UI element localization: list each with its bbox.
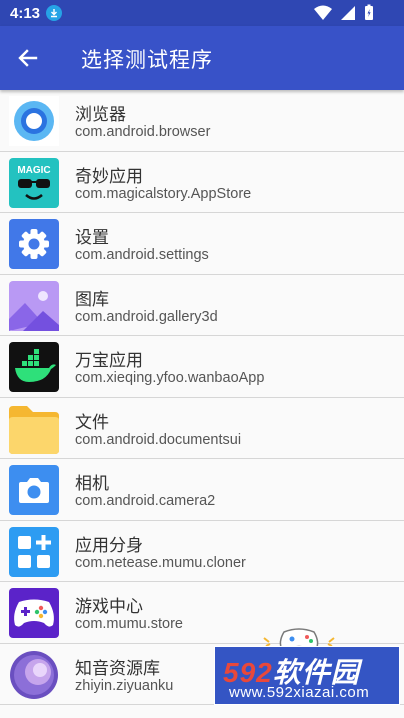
app-name: 浏览器 bbox=[75, 105, 126, 124]
list-item[interactable]: 相机 com.android.camera2 bbox=[0, 459, 404, 521]
app-package: com.xieqing.yfoo.wanbaoApp bbox=[75, 370, 265, 386]
list-item[interactable]: 万宝应用 com.xieqing.yfoo.wanbaoApp bbox=[0, 336, 404, 398]
list-item[interactable]: 文件 com.android.documentsui bbox=[0, 398, 404, 459]
list-item[interactable]: 浏览器 com.android.browser bbox=[0, 90, 404, 152]
app-package: com.magicalstory.AppStore bbox=[75, 185, 252, 202]
wifi-icon bbox=[314, 5, 332, 20]
folder-icon bbox=[9, 405, 59, 454]
app-cloner-icon bbox=[9, 526, 59, 577]
status-bar: 4:13 bbox=[0, 0, 404, 26]
page-title: 选择测试程序 bbox=[81, 49, 213, 72]
app-name: 设置 bbox=[75, 228, 109, 247]
gamepad-icon bbox=[9, 588, 59, 638]
app-package: com.android.settings bbox=[75, 247, 209, 263]
app-package: zhiyin.ziyuanku bbox=[75, 677, 174, 694]
download-notification-icon bbox=[46, 5, 63, 21]
app-name: 万宝应用 bbox=[75, 351, 143, 370]
app-name: 游戏中心 bbox=[75, 597, 143, 616]
app-name: 应用分身 bbox=[75, 535, 143, 555]
camera-icon bbox=[9, 465, 59, 515]
app-package: com.android.gallery3d bbox=[75, 308, 218, 325]
list-item[interactable]: 应用分身 com.netease.mumu.cloner bbox=[0, 521, 404, 582]
app-name: 奇妙应用 bbox=[75, 166, 143, 186]
gallery-icon bbox=[9, 280, 59, 331]
back-button[interactable] bbox=[14, 44, 42, 72]
app-bar: 选择测试程序 bbox=[0, 26, 404, 90]
cell-signal-icon bbox=[341, 5, 355, 20]
app-name: 文件 bbox=[75, 412, 109, 432]
app-package: com.android.documentsui bbox=[75, 431, 242, 448]
battery-icon bbox=[365, 4, 373, 20]
app-package: com.android.camera2 bbox=[75, 493, 216, 509]
list-item[interactable]: 设置 com.android.settings bbox=[0, 213, 404, 275]
browser-icon bbox=[9, 96, 59, 146]
app-package: com.android.browser bbox=[75, 124, 211, 140]
app-name: 知音资源库 bbox=[75, 658, 160, 678]
magic-app-icon: MAGIC bbox=[9, 157, 59, 208]
watermark: 592软件园 www.592xiazai.com bbox=[214, 646, 400, 705]
app-package: com.mumu.store bbox=[75, 616, 183, 632]
status-time: 4:13 bbox=[10, 4, 41, 22]
app-name: 相机 bbox=[75, 474, 109, 493]
list-item[interactable]: MAGIC 奇妙应用 com.magicalstory.AppStore bbox=[0, 152, 404, 213]
list-item[interactable]: 图库 com.android.gallery3d bbox=[0, 275, 404, 336]
app-name: 图库 bbox=[75, 289, 109, 309]
watermark-url: www.592xiazai.com bbox=[229, 684, 370, 701]
app-list: 浏览器 com.android.browser MAGIC 奇妙应用 com.m… bbox=[0, 90, 404, 705]
list-item[interactable]: 游戏中心 com.mumu.store bbox=[0, 582, 404, 644]
docker-whale-icon bbox=[9, 342, 59, 392]
app-package: com.netease.mumu.cloner bbox=[75, 554, 246, 571]
magic-icon-text: MAGIC bbox=[17, 165, 50, 176]
back-arrow-icon bbox=[18, 49, 38, 67]
settings-gear-icon bbox=[9, 219, 59, 269]
planet-icon bbox=[10, 650, 58, 699]
